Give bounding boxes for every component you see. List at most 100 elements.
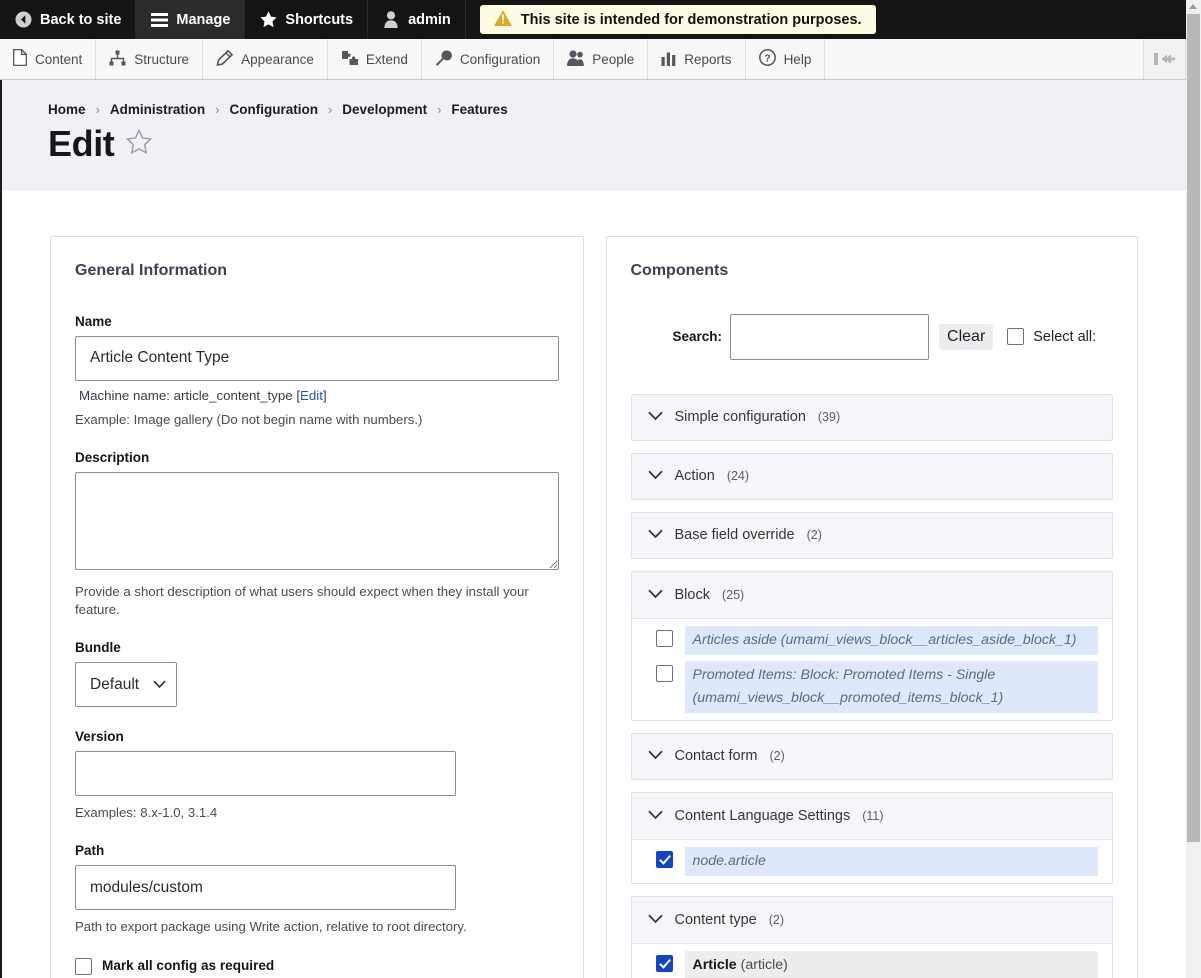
accordion-header-content-language-settings[interactable]: Content Language Settings (11) [631,792,1112,840]
scroll-up-arrow-icon[interactable] [1189,4,1197,9]
hamburger-icon [150,11,168,29]
name-field-group: Name Machine name: article_content_type … [75,314,559,428]
toolbar-orientation-toggle[interactable] [1144,39,1186,79]
shortcuts-tab[interactable]: Shortcuts [245,0,369,39]
component-checkbox-articles-aside[interactable] [655,629,673,647]
manage-tab[interactable]: Manage [136,0,246,39]
clear-button[interactable]: Clear [939,323,994,350]
component-checkbox-promoted-items[interactable] [655,664,673,682]
content-icon [12,48,28,69]
name-input[interactable] [75,335,559,381]
component-label-promoted-items[interactable]: Promoted Items: Block: Promoted Items - … [684,660,1098,713]
menu-label-help: Help [783,51,812,67]
accordion-header-action[interactable]: Action (24) [630,452,1113,500]
machine-name-bracket: ] [322,387,327,403]
page-title-row: Edit [0,125,1186,163]
breadcrumb-separator-icon: › [327,102,333,117]
menu-label-people: People [592,51,635,67]
accordion-header-block[interactable]: Block (25) [631,571,1112,619]
people-icon [567,49,585,69]
path-label: Path [75,843,105,859]
chevron-down-icon [647,912,663,928]
accordion-label-contact-form: Contact form [674,748,758,765]
structure-icon [109,50,126,69]
menu-label-configuration: Configuration [459,51,541,67]
chevron-down-icon [647,587,663,603]
accordion-group-base-field-override: Base field override (2) [630,511,1113,559]
menu-item-people[interactable]: People [554,39,649,79]
menu-label-reports: Reports [684,51,732,67]
accordion-body-content-type: Article (article) [631,943,1112,978]
chevron-down-icon [647,409,663,425]
breadcrumb-item-administration[interactable]: Administration [110,102,205,117]
page-left-rule [0,80,2,978]
accordion-header-content-type[interactable]: Content type (2) [631,896,1112,944]
name-help-text: Example: Image gallery (Do not begin nam… [75,411,423,427]
component-label-node-article[interactable]: node.article [684,846,1098,876]
accordion-header-simple-configuration[interactable]: Simple configuration (39) [630,393,1113,441]
menu-item-extend[interactable]: Extend [327,39,422,79]
mark-required-checkbox[interactable] [75,957,92,975]
accordion-count-base-field-override: (2) [806,528,822,543]
select-all-checkbox[interactable] [1007,328,1025,346]
page-header: Home › Administration › Configuration › … [0,80,1186,190]
breadcrumb-separator-icon: › [215,102,220,117]
bundle-selected-value: Default [90,675,140,693]
accordion-label-content-language-settings: Content Language Settings [674,807,851,824]
required-checkbox-row: Mark all config as required [75,957,559,975]
path-help-text: Path to export package using Write actio… [75,919,467,935]
menu-item-structure[interactable]: Structure [96,39,204,79]
component-label-articles-aside[interactable]: Articles aside (umami_views_block__artic… [684,625,1098,655]
demo-warning-text: This site is intended for demonstration … [520,11,862,28]
accordion-count-content-language-settings: (11) [862,808,884,823]
admin-toolbar: Back to site Manage Shortcuts admin This… [0,0,1186,39]
search-input[interactable] [730,313,930,360]
component-checkbox-node-article[interactable] [655,850,673,868]
breadcrumb-item-features[interactable]: Features [451,102,507,117]
chevron-down-icon [647,527,663,543]
machine-name-row: Machine name: article_content_type [Edit… [79,388,559,403]
user-name-label: admin [408,11,451,28]
main-content: General Information Name Machine name: a… [0,189,1186,978]
user-account-tab[interactable]: admin [368,0,466,39]
accordion-body-block: Articles aside (umami_views_block__artic… [631,618,1113,720]
breadcrumb-item-home[interactable]: Home [48,102,86,117]
component-row: Articles aside (umami_views_block__artic… [632,623,1113,658]
bundle-select[interactable]: Default [75,662,177,708]
back-to-site-button[interactable]: Back to site [0,0,137,39]
accordion-group-action: Action (24) [630,452,1113,500]
description-textarea[interactable] [75,472,559,571]
component-label-article[interactable]: Article (article) [684,950,1098,978]
accordion-header-base-field-override[interactable]: Base field override (2) [630,511,1113,559]
machine-name-edit-link[interactable]: Edit [300,388,323,403]
version-label: Version [75,729,124,745]
path-input[interactable] [75,865,456,911]
accordion-group-simple-configuration: Simple configuration (39) [630,393,1113,441]
accordion-count-content-type: (2) [768,912,785,927]
user-icon [382,11,400,29]
breadcrumb-item-configuration[interactable]: Configuration [229,102,317,117]
component-label-article-name: Article [692,956,737,973]
menu-label-appearance: Appearance [241,51,314,67]
component-label-article-machine: (article) [736,956,788,973]
menu-item-appearance[interactable]: Appearance [203,39,328,79]
page-scrollbar[interactable] [1186,0,1201,978]
accordion-group-content-type: Content type (2) Article (article) [630,895,1113,978]
manage-label: Manage [176,11,231,28]
machine-name-prefix: Machine name: [79,387,174,403]
svg-text:?: ? [764,53,770,65]
menu-item-configuration[interactable]: Configuration [421,39,555,79]
accordion-count-contact-form: (2) [769,749,785,764]
menu-item-reports[interactable]: Reports [648,39,746,79]
menu-item-help[interactable]: ? Help [745,39,826,79]
scrollbar-thumb[interactable] [1187,14,1200,842]
version-input[interactable] [75,751,456,797]
accordion-header-contact-form[interactable]: Contact form (2) [630,732,1113,780]
component-checkbox-article[interactable] [655,954,673,972]
breadcrumb-item-development[interactable]: Development [342,102,427,117]
menu-item-content[interactable]: Content [0,39,97,79]
chevron-down-icon [647,808,663,824]
component-row: Promoted Items: Block: Promoted Items - … [632,658,1113,716]
shortcuts-label: Shortcuts [285,11,354,28]
bookmark-star-icon[interactable] [126,129,153,158]
